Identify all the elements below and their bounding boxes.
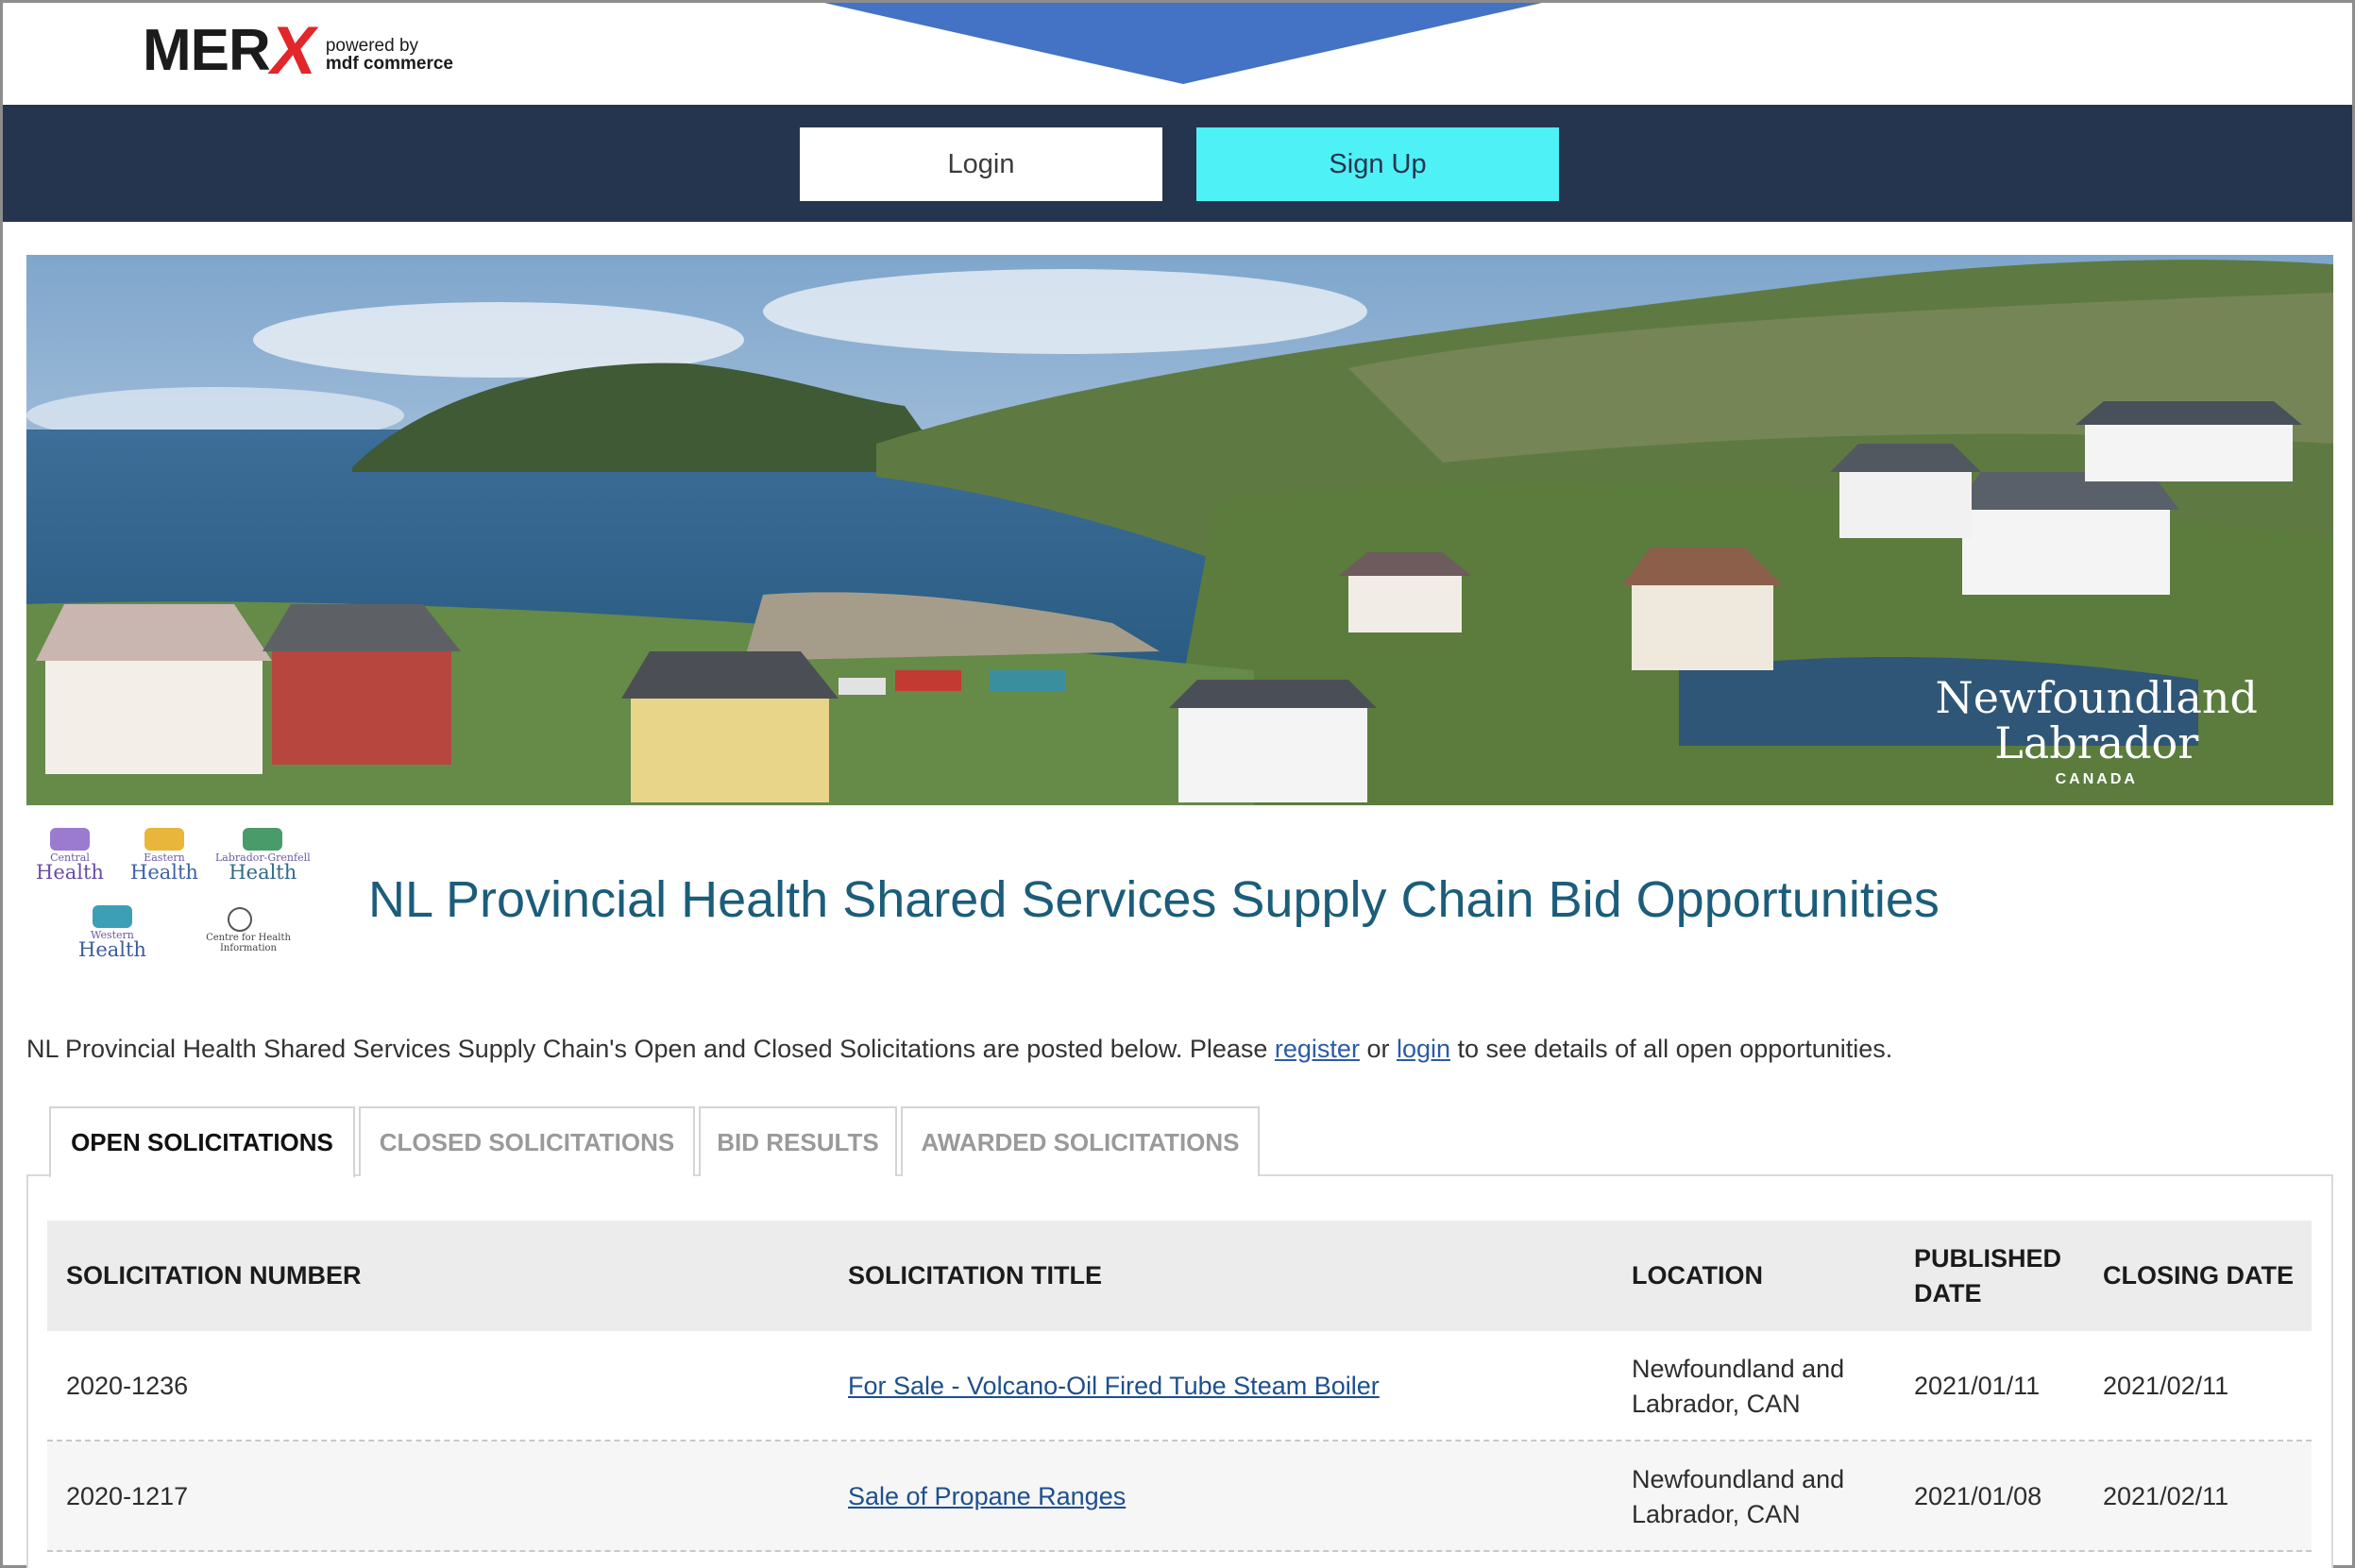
cell-number: 2020-1236	[66, 1372, 189, 1400]
logo-big-text: Health	[78, 938, 146, 961]
header-solicitation-title[interactable]: SOLICITATION TITLE	[848, 1221, 1603, 1331]
centre-health-info-icon	[228, 907, 252, 932]
cell-number: 2020-1217	[66, 1482, 189, 1510]
logo-x: X	[263, 13, 323, 89]
eastern-health-logo: Eastern Health	[130, 826, 198, 883]
powered-by: powered by mdf commerce	[326, 37, 453, 73]
cell-location: Newfoundland and Labrador, CAN	[1632, 1354, 1845, 1418]
tab-awarded-solicitations[interactable]: AWARDED SOLICITATIONS	[901, 1106, 1260, 1176]
table-row: 2020-1217 Sale of Propane Ranges Newfoun…	[47, 1442, 2312, 1552]
brand-line1: Newfoundland	[1935, 672, 2258, 723]
intro-before: NL Provincial Health Shared Services Sup…	[26, 1035, 1275, 1063]
cell-title: Sale of Propane Ranges	[848, 1442, 1603, 1552]
centre-health-information-logo: Centre for Health Information	[192, 906, 305, 953]
labrador-grenfell-health-logo: Labrador-Grenfell Health	[215, 826, 311, 883]
cell-published: 2021/01/08	[1914, 1482, 2042, 1510]
top-header: MER X powered by mdf commerce	[3, 3, 2352, 105]
header-closing-date[interactable]: CLOSING DATE	[2103, 1221, 2311, 1331]
header-location[interactable]: LOCATION	[1632, 1221, 1887, 1331]
powered-line1: powered by	[325, 36, 419, 56]
brand-line3: CANADA	[2055, 771, 2138, 787]
brand-line2: Labrador	[1994, 717, 2199, 768]
login-link[interactable]: login	[1397, 1035, 1450, 1063]
table-header: SOLICITATION NUMBER SOLICITATION TITLE L…	[47, 1221, 2312, 1331]
register-link[interactable]: register	[1275, 1035, 1360, 1063]
logo-big-text: Health	[229, 861, 297, 884]
page-title: NL Provincial Health Shared Services Sup…	[368, 871, 1940, 928]
cell-closing: 2021/02/11	[2103, 1372, 2229, 1400]
nav-bar: Login Sign Up	[3, 105, 2352, 222]
intro-text: NL Provincial Health Shared Services Sup…	[26, 1035, 1892, 1064]
solicitation-tabs: OPEN SOLICITATIONS CLOSED SOLICITATIONS …	[49, 1106, 1263, 1178]
logo-big-text: Health	[130, 861, 198, 884]
labrador-grenfell-health-icon	[243, 828, 283, 851]
nl-brand-logo: Newfoundland Labrador CANADA	[1936, 675, 2258, 788]
hero-banner: Newfoundland Labrador CANADA	[26, 255, 2333, 805]
logo-small-text: Centre for Health Information	[206, 933, 291, 953]
logo-big-text: Health	[36, 861, 104, 884]
cell-location: Newfoundland and Labrador, CAN	[1632, 1464, 1845, 1528]
health-authority-logos: Central Health Eastern Health Labrador-G…	[36, 826, 319, 977]
intro-after: to see details of all open opportunities…	[1450, 1035, 1893, 1063]
western-health-icon	[92, 905, 132, 928]
eastern-health-icon	[144, 828, 184, 851]
solicitation-title-link[interactable]: For Sale - Volcano-Oil Fired Tube Steam …	[848, 1369, 1380, 1404]
merx-logo[interactable]: MER X powered by mdf commerce	[143, 13, 453, 89]
header-published-date[interactable]: PUBLISHED DATE	[1914, 1221, 2084, 1331]
cell-published: 2021/01/11	[1914, 1372, 2041, 1400]
tab-closed-solicitations[interactable]: CLOSED SOLICITATIONS	[359, 1106, 695, 1176]
signup-button[interactable]: Sign Up	[1196, 127, 1559, 201]
intro-middle: or	[1359, 1035, 1397, 1063]
powered-line2: mdf commerce	[325, 54, 453, 74]
header-solicitation-number[interactable]: SOLICITATION NUMBER	[66, 1221, 784, 1331]
tab-open-solicitations[interactable]: OPEN SOLICITATIONS	[49, 1106, 355, 1178]
login-button[interactable]: Login	[800, 127, 1162, 201]
cell-title: For Sale - Volcano-Oil Fired Tube Steam …	[848, 1331, 1603, 1442]
logo-text: MER	[143, 18, 271, 83]
central-health-logo: Central Health	[36, 826, 104, 883]
cell-closing: 2021/02/11	[2103, 1482, 2229, 1510]
table-row: 2020-1236 For Sale - Volcano-Oil Fired T…	[47, 1331, 2312, 1442]
central-health-icon	[49, 828, 90, 851]
chevron-down-icon	[824, 3, 1542, 84]
western-health-logo: Western Health	[78, 903, 146, 960]
solicitations-table: SOLICITATION NUMBER SOLICITATION TITLE L…	[47, 1221, 2312, 1552]
solicitation-title-link[interactable]: Sale of Propane Ranges	[848, 1479, 1126, 1514]
tab-bid-results[interactable]: BID RESULTS	[699, 1106, 897, 1176]
